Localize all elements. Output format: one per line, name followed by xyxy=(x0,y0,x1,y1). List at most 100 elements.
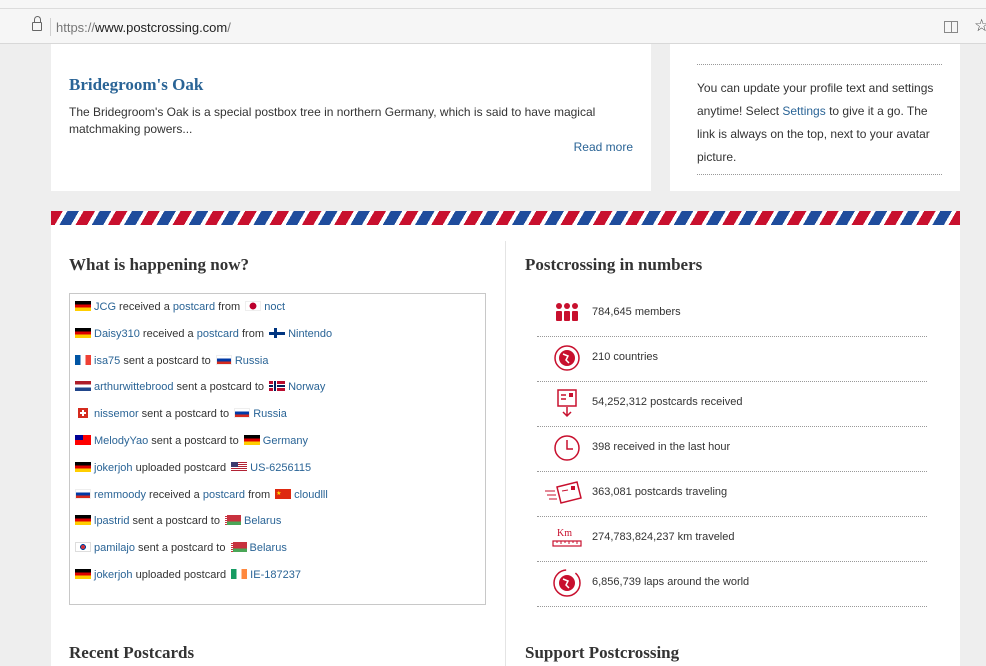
blog-card: Bridegroom's Oak The Bridegroom's Oak is… xyxy=(51,44,651,191)
feed-action-text: uploaded postcard xyxy=(132,569,230,581)
feed-middle-text: from xyxy=(245,488,274,501)
postcard-link[interactable]: postcard xyxy=(203,489,245,501)
feed-action-text: sent a postcard to xyxy=(129,515,224,528)
target-link[interactable]: Germany xyxy=(263,435,308,447)
user-link[interactable]: MelodyYao xyxy=(94,435,148,447)
target-link[interactable]: Belarus xyxy=(244,515,281,527)
user-link[interactable]: JCG xyxy=(94,301,116,313)
feed-action-text: received a xyxy=(139,327,197,340)
stat-label: 363,081 postcards traveling xyxy=(592,486,728,498)
blog-card-title[interactable]: Bridegroom's Oak xyxy=(69,75,203,95)
bookmark-star-icon[interactable]: ☆ xyxy=(974,16,986,36)
stat-label: 54,252,312 postcards received xyxy=(592,396,743,408)
feed-item: JCG received a postcard from noct xyxy=(75,299,285,317)
stat-row: Km 274,783,824,237 km traveled xyxy=(537,517,927,562)
feed-action-text: sent a postcard to xyxy=(148,435,242,447)
feed-item: jokerjoh uploaded postcard IE-187237 xyxy=(75,567,301,585)
feed-action-text: sent a postcard to xyxy=(120,354,214,367)
settings-link[interactable]: Settings xyxy=(782,104,825,118)
divider xyxy=(537,606,927,607)
flag-icon xyxy=(75,569,91,579)
flag-icon xyxy=(75,381,91,392)
feed-item: remmoody received a postcard from cloudl… xyxy=(75,486,328,505)
stat-label: 210 countries xyxy=(592,351,659,363)
feed-middle-text: from xyxy=(238,327,268,340)
recent-postcards-title: Recent Postcards xyxy=(69,643,195,662)
url-field[interactable]: https://www.postcrossing.com/ xyxy=(56,20,231,35)
flag-icon xyxy=(75,515,91,526)
postcard-link[interactable]: postcard xyxy=(197,328,239,340)
happening-title: What is happening now? xyxy=(69,255,249,274)
feed-item: nissemor sent a postcard to Russia xyxy=(75,406,287,424)
user-link[interactable]: jokerjoh xyxy=(94,462,133,474)
flag-icon xyxy=(75,327,91,338)
svg-text:Km: Km xyxy=(557,528,572,539)
flag-icon xyxy=(275,486,292,502)
lock-icon[interactable] xyxy=(32,16,42,31)
stat-label: 274,783,824,237 km traveled xyxy=(592,531,735,543)
flag-icon xyxy=(225,515,242,526)
feed-action-text: sent a postcard to xyxy=(134,542,229,555)
flag-icon xyxy=(215,354,232,365)
divider xyxy=(697,64,942,65)
feed-action-text: received a xyxy=(145,488,203,501)
feed-action-text: sent a postcard to xyxy=(173,381,268,394)
read-more-link[interactable]: Read more xyxy=(574,140,633,154)
feed-item: arthurwittebrood sent a postcard to Norw… xyxy=(75,379,325,397)
blog-card-text: The Bridegroom's Oak is a special postbo… xyxy=(69,105,596,136)
ruler-km-icon: Km xyxy=(551,522,583,554)
flag-icon xyxy=(269,381,286,392)
support-title: Support Postcrossing xyxy=(525,643,680,662)
target-link[interactable]: US-6256115 xyxy=(250,462,311,474)
target-link[interactable]: Nintendo xyxy=(288,328,332,340)
user-link[interactable]: arthurwittebrood xyxy=(94,381,174,393)
stat-row: 784,645 members xyxy=(537,292,927,337)
user-link[interactable]: jokerjoh xyxy=(94,569,133,581)
target-link[interactable]: cloudlll xyxy=(294,489,328,501)
stat-label: 784,645 members xyxy=(592,306,681,318)
stat-row: 210 countries xyxy=(537,337,927,382)
numbers-title: Postcrossing in numbers xyxy=(525,255,703,274)
tip-text: You can update your profile text and set… xyxy=(697,77,947,169)
target-link[interactable]: IE-187237 xyxy=(250,569,301,581)
user-link[interactable]: pamilajo xyxy=(94,542,135,554)
user-link[interactable]: Daisy310 xyxy=(94,328,140,340)
user-link[interactable]: lpastrid xyxy=(94,515,129,527)
flag-icon xyxy=(269,327,286,338)
flag-icon xyxy=(75,542,91,553)
stat-row: 54,252,312 postcards received xyxy=(537,382,927,427)
url-scheme: https:// xyxy=(56,20,96,35)
postcard-traveling-icon xyxy=(545,477,583,509)
column-divider xyxy=(505,241,506,666)
target-link[interactable]: Russia xyxy=(253,408,287,420)
divider xyxy=(697,174,942,175)
postcard-link[interactable]: postcard xyxy=(173,301,215,313)
target-link[interactable]: Belarus xyxy=(250,542,287,554)
feed-action-text: sent a postcard to xyxy=(138,408,233,421)
flag-icon xyxy=(243,435,260,445)
globe-icon xyxy=(551,342,583,374)
flag-icon xyxy=(78,408,88,419)
user-link[interactable]: isa75 xyxy=(94,355,120,367)
feed-item: isa75 sent a postcard to Russia xyxy=(75,353,268,371)
flag-icon xyxy=(230,542,247,553)
reader-view-icon[interactable] xyxy=(944,21,958,33)
flag-icon xyxy=(75,488,91,499)
airmail-stripe xyxy=(51,211,960,225)
separator xyxy=(50,18,51,36)
feed-item: lpastrid sent a postcard to Belarus xyxy=(75,513,281,531)
target-link[interactable]: Norway xyxy=(288,381,325,393)
stat-label: 398 received in the last hour xyxy=(592,441,731,453)
target-link[interactable]: noct xyxy=(264,301,285,313)
main-panel: What is happening now? JCG received a po… xyxy=(51,225,960,666)
target-link[interactable]: Russia xyxy=(235,355,269,367)
user-link[interactable]: remmoody xyxy=(94,489,146,501)
flag-icon xyxy=(234,408,251,419)
feed-middle-text: from xyxy=(215,301,244,313)
feed-item: MelodyYao sent a postcard to Germany xyxy=(75,433,308,451)
feed-action-text: uploaded postcard xyxy=(132,461,230,474)
flag-icon xyxy=(245,301,262,311)
activity-feed[interactable]: JCG received a postcard from noct Daisy31… xyxy=(69,293,486,605)
url-host: www.postcrossing.com xyxy=(95,20,228,35)
user-link[interactable]: nissemor xyxy=(94,408,139,420)
